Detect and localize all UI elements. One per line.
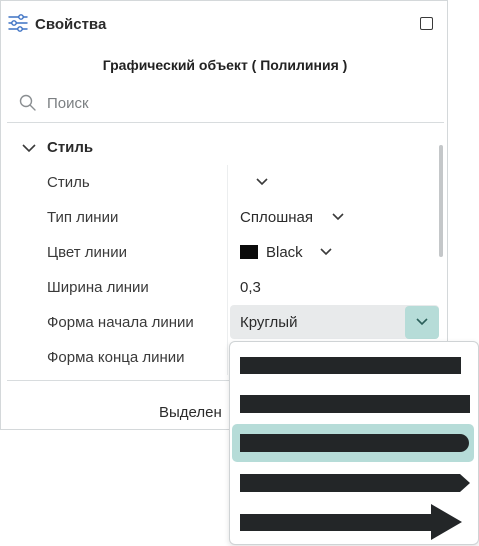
line-cap-option-arrow-small[interactable] <box>232 463 474 501</box>
chevron-down-icon[interactable] <box>332 213 344 221</box>
line-cap-option-square[interactable] <box>232 385 474 423</box>
sliders-icon <box>8 13 28 33</box>
chevron-down-icon <box>22 144 36 153</box>
chevron-down-icon[interactable] <box>320 248 332 256</box>
round-cap-line-icon <box>240 434 469 452</box>
line-start-shape-dropdown <box>229 341 479 545</box>
start-shape-dropdown-button[interactable] <box>405 306 439 339</box>
chevron-down-icon[interactable] <box>256 178 268 186</box>
scrollbar[interactable] <box>439 145 443 257</box>
prop-label-line-color: Цвет линии <box>47 244 127 261</box>
prop-label-line-type: Тип линии <box>47 209 119 226</box>
color-swatch <box>240 245 258 259</box>
search-icon <box>19 94 36 111</box>
prop-label-end-shape: Форма конца линии <box>47 349 185 366</box>
section-title: Стиль <box>47 139 94 156</box>
object-title: Графический объект ( Полилиния ) <box>102 57 348 73</box>
selection-status: Выделен <box>159 404 222 421</box>
line-cap-option-arrow-large[interactable] <box>232 502 474 540</box>
line-type-value[interactable]: Сплошная <box>240 209 313 226</box>
line-cap-option-round[interactable] <box>232 424 474 462</box>
prop-label-line-width: Ширина линии <box>47 279 149 296</box>
line-width-value[interactable]: 0,3 <box>240 279 261 296</box>
start-shape-value: Круглый <box>240 314 298 331</box>
arrow-large-line-icon <box>240 504 462 540</box>
line-color-name: Black <box>266 244 303 261</box>
maximize-icon[interactable] <box>420 17 433 30</box>
panel-header: Свойства <box>1 1 447 47</box>
line-cap-option-flat[interactable] <box>232 346 474 384</box>
arrow-small-line-icon <box>240 474 470 492</box>
flat-cap-line-icon <box>240 357 461 374</box>
square-cap-line-icon <box>240 395 470 413</box>
search-bar <box>7 87 444 123</box>
column-divider <box>227 165 228 375</box>
search-input[interactable] <box>47 93 427 113</box>
prop-label-style: Стиль <box>47 174 90 191</box>
panel-title: Свойства <box>35 16 107 33</box>
chevron-down-icon <box>416 318 428 326</box>
line-color-value[interactable]: Black <box>240 244 303 261</box>
prop-label-start-shape: Форма начала линии <box>47 314 194 331</box>
